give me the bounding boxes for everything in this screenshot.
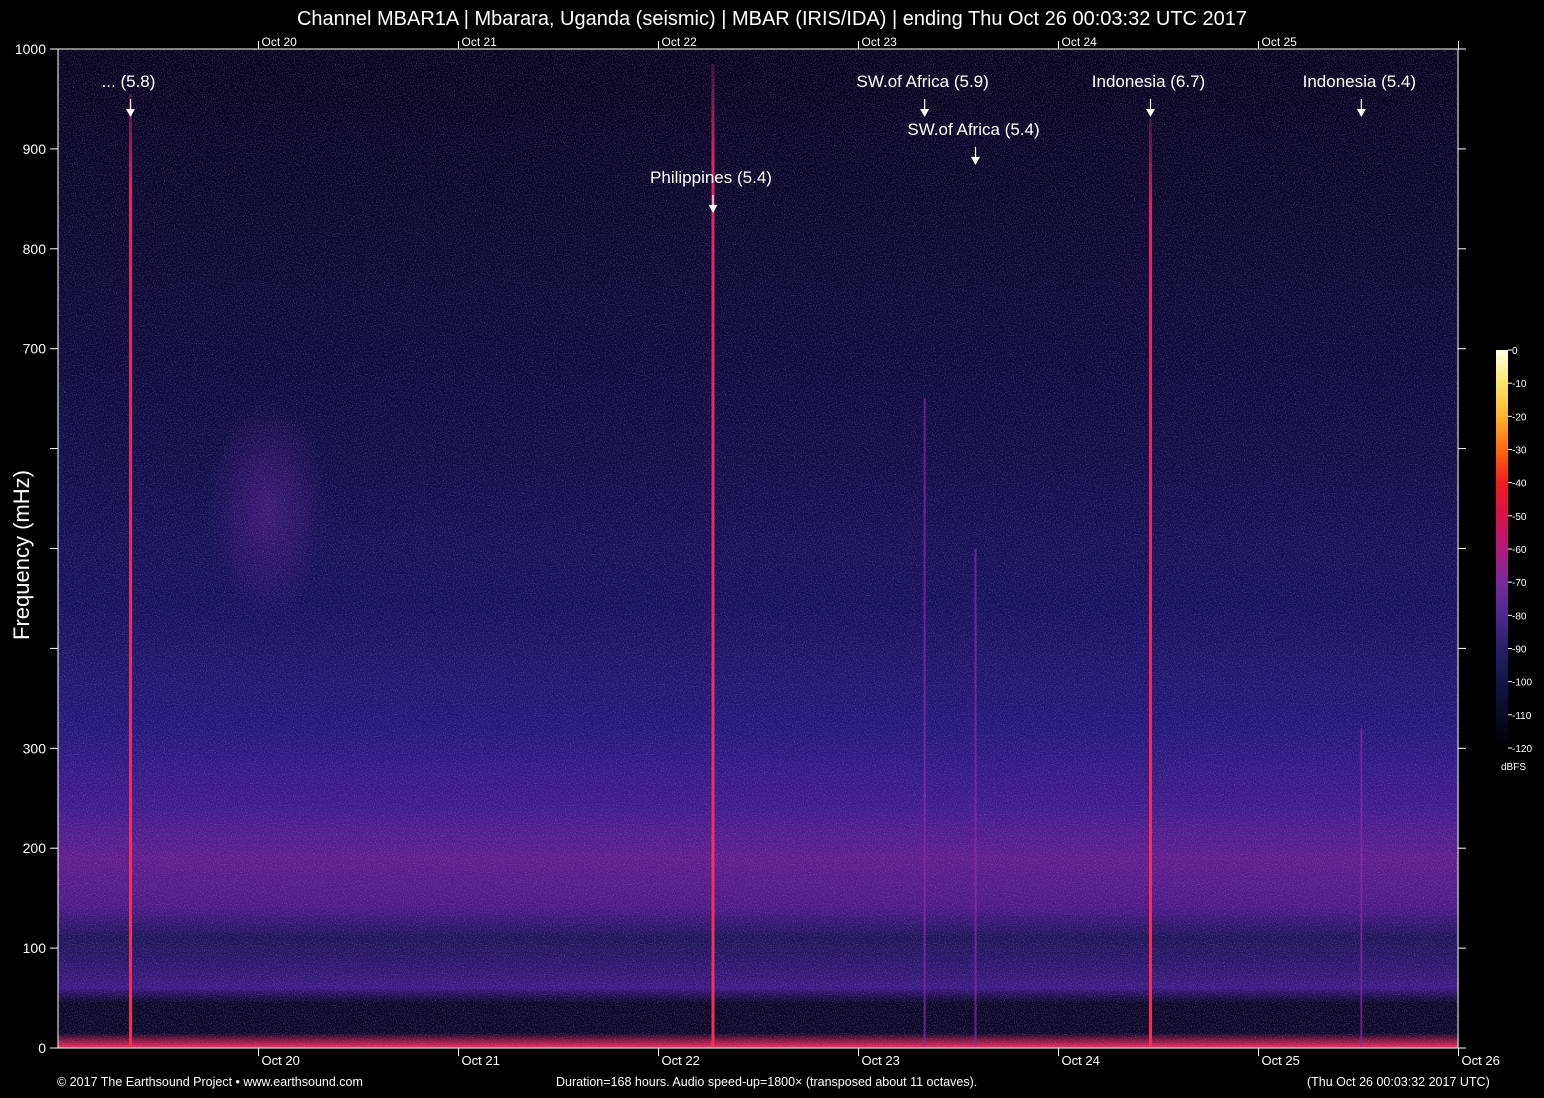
- x-tick-label-bottom: Oct 22: [662, 1053, 700, 1068]
- footer-copyright: © 2017 The Earthsound Project • www.eart…: [57, 1075, 363, 1089]
- colorbar-tick-label: -10: [1512, 379, 1527, 390]
- colorbar-tick-label: -60: [1512, 545, 1527, 556]
- y-tick-label: 0: [38, 1040, 46, 1056]
- chart-title: Channel MBAR1A | Mbarara, Uganda (seismi…: [296, 8, 1248, 30]
- x-tick-label-bottom: Oct 20: [262, 1053, 300, 1068]
- x-tick-label-bottom: Oct 24: [1062, 1053, 1100, 1068]
- y-tick-label: 800: [23, 241, 47, 257]
- event-label: SW.of Africa (5.4): [907, 120, 1039, 139]
- colorbar-tick-label: -120: [1512, 744, 1532, 755]
- x-tick-label-bottom: Oct 23: [862, 1053, 900, 1068]
- y-tick-label: 300: [23, 740, 47, 756]
- noise-texture: [58, 49, 1458, 1048]
- event-label: Indonesia (5.4): [1303, 72, 1416, 91]
- footer-timestamp: (Thu Oct 26 00:03:32 2017 UTC): [1307, 1075, 1490, 1089]
- x-tick-label-top: Oct 21: [462, 35, 498, 49]
- y-tick-label: 900: [23, 141, 47, 157]
- event-label: Indonesia (6.7): [1092, 72, 1205, 91]
- event-line: [1149, 118, 1152, 1049]
- colorbar-tick-label: -100: [1512, 678, 1532, 689]
- event-line: [923, 398, 926, 1048]
- colorbar-tick-label: -80: [1512, 611, 1527, 622]
- spectrogram-chart: 0 100 200 300 700 800 900 1000 Oct 20 Oct 20 Oct 2…: [15, 35, 1533, 1068]
- event-label: Philippines (5.4): [650, 168, 772, 187]
- x-tick-label-top: Oct 23: [862, 35, 898, 49]
- event-line: [129, 93, 132, 1048]
- x-tick-label-top: Oct 20: [262, 35, 298, 49]
- x-tick-label-bottom: Oct 26: [1462, 1053, 1500, 1068]
- colorbar-tick-label: -70: [1512, 578, 1527, 589]
- colorbar-tick-label: -20: [1512, 412, 1527, 423]
- event-label: ... (5.8): [102, 72, 156, 91]
- spectrogram-plot: [58, 49, 1458, 1049]
- x-tick-label-bottom: Oct 25: [1262, 1053, 1300, 1068]
- event-line: [1360, 728, 1363, 1048]
- event-line: [974, 548, 977, 1048]
- colorbar-gradient: [1496, 350, 1508, 748]
- colorbar: 0 -10 -20 -30 -40 -50 -60 -70 -80 -90 -100 -110 -120: [1496, 346, 1532, 755]
- y-tick-label: 100: [23, 940, 47, 956]
- x-tick-label-bottom: Oct 21: [462, 1053, 500, 1068]
- colorbar-tick-label: -110: [1512, 711, 1532, 722]
- colorbar-tick-label: -30: [1512, 446, 1527, 457]
- y-tick-label: 700: [23, 341, 47, 357]
- colorbar-tick-label: -50: [1512, 512, 1527, 523]
- footer-duration: Duration=168 hours. Audio speed-up=1800×…: [556, 1075, 978, 1089]
- y-tick-label: 1000: [15, 41, 46, 57]
- y-tick-label: 200: [23, 840, 47, 856]
- event-label: SW.of Africa (5.9): [857, 72, 989, 91]
- colorbar-tick-label: -90: [1512, 645, 1527, 656]
- colorbar-unit: dBFS: [1501, 762, 1527, 773]
- y-axis-label: Frequency (mHz): [9, 470, 34, 640]
- colorbar-tick-label: -40: [1512, 479, 1527, 490]
- x-tick-label-top: Oct 24: [1062, 35, 1098, 49]
- colorbar-tick-label: 0: [1512, 346, 1518, 357]
- x-tick-label-top: Oct 25: [1262, 35, 1298, 49]
- x-tick-label-top: Oct 22: [662, 35, 698, 49]
